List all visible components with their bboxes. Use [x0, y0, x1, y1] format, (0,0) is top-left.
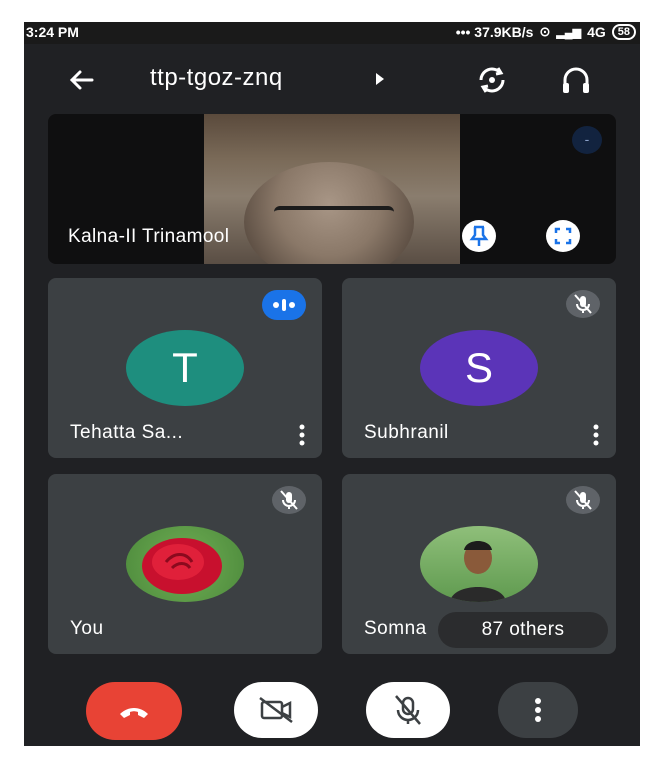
more-options-icon[interactable]	[298, 424, 306, 446]
call-controls	[24, 668, 640, 746]
status-time: 3:24 PM	[26, 24, 79, 40]
featured-participant-name: Kalna-II Trinamool	[68, 226, 230, 247]
meeting-info-arrow-icon[interactable]	[376, 73, 384, 85]
fullscreen-button[interactable]	[546, 220, 580, 252]
signal-icon: ▂▄▆	[556, 26, 582, 39]
camera-toggle-button[interactable]	[234, 682, 318, 738]
more-options-icon[interactable]	[592, 424, 600, 446]
participant-tile[interactable]: Somna 87 others	[342, 474, 616, 654]
status-bar: 3:24 PM ••• 37.9KB/s ⊙ ▂▄▆ 4G 58	[24, 22, 640, 44]
avatar: S	[420, 330, 538, 406]
more-options-button[interactable]	[498, 682, 578, 738]
participant-name: Subhranil	[364, 422, 449, 443]
pin-icon	[469, 225, 489, 246]
participant-tile[interactable]: T Tehatta Sa...	[48, 278, 322, 458]
featured-status-badge: -	[572, 126, 602, 154]
person-avatar-photo	[420, 526, 538, 602]
participant-name: Somna	[364, 618, 427, 639]
participant-video	[204, 114, 460, 264]
headphones-icon[interactable]	[556, 60, 596, 100]
back-arrow-icon[interactable]	[62, 60, 102, 100]
fullscreen-icon	[554, 227, 572, 245]
others-count-badge[interactable]: 87 others	[438, 612, 608, 648]
mic-off-icon	[566, 486, 600, 514]
featured-video-tile[interactable]: Kalna-II Trinamool -	[48, 114, 616, 264]
switch-camera-icon[interactable]	[472, 60, 512, 100]
camera-off-icon	[259, 697, 293, 723]
mic-off-icon	[395, 695, 421, 725]
rose-avatar-photo	[126, 526, 244, 602]
more-vert-icon	[535, 698, 541, 722]
end-call-button[interactable]	[86, 682, 182, 740]
participant-name: You	[70, 618, 104, 639]
participant-name: Tehatta Sa...	[70, 422, 184, 443]
participant-tile[interactable]: S Subhranil	[342, 278, 616, 458]
mic-off-icon	[272, 486, 306, 514]
mic-off-icon	[566, 290, 600, 318]
pin-button[interactable]	[462, 220, 496, 252]
meeting-code[interactable]: ttp-tgoz-znq	[150, 64, 283, 92]
status-right: ••• 37.9KB/s ⊙ ▂▄▆ 4G 58	[456, 24, 636, 40]
avatar: T	[126, 330, 244, 406]
app-bar: ttp-tgoz-znq	[24, 44, 640, 116]
phone-screen: 3:24 PM ••• 37.9KB/s ⊙ ▂▄▆ 4G 58 ttp-tgo…	[24, 22, 640, 746]
alarm-icon: ⊙	[539, 24, 551, 39]
participant-tile[interactable]: You	[48, 474, 322, 654]
speaking-indicator-icon	[262, 290, 306, 320]
end-call-icon	[120, 708, 148, 718]
net-speed: ••• 37.9KB/s	[455, 24, 534, 40]
mic-toggle-button[interactable]	[366, 682, 450, 738]
video-glasses	[274, 206, 394, 228]
battery-level: 58	[611, 24, 636, 40]
network-type: 4G	[587, 24, 606, 40]
